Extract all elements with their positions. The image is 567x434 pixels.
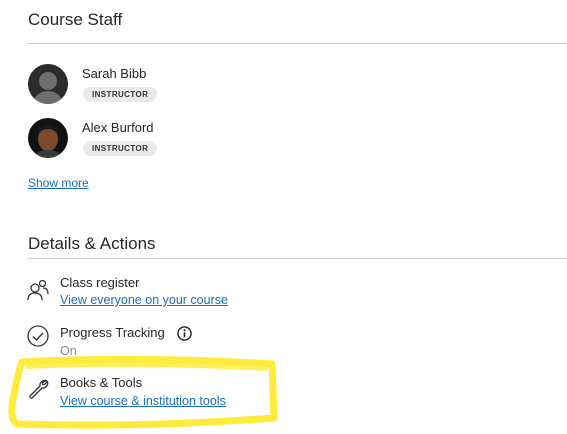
course-staff-heading: Course Staff (28, 10, 123, 29)
staff-name[interactable]: Sarah Bibb (82, 66, 146, 81)
avatar-placeholder-icon (28, 64, 68, 104)
wrench-icon (29, 379, 49, 399)
show-more-link[interactable]: Show more (28, 176, 89, 190)
avatar-photo-icon (28, 118, 68, 158)
avatar[interactable] (28, 118, 68, 158)
role-badge: INSTRUCTOR (83, 87, 158, 102)
view-everyone-link[interactable]: View everyone on your course (60, 293, 228, 307)
check-circle-icon (27, 325, 49, 347)
avatar[interactable] (28, 64, 68, 104)
course-staff-divider (28, 43, 567, 44)
books-tools-label: Books & Tools (60, 375, 143, 390)
people-icon (27, 279, 49, 301)
progress-tracking-label: Progress Tracking (60, 325, 165, 340)
class-register-label: Class register (60, 275, 140, 290)
role-badge: INSTRUCTOR (83, 141, 158, 156)
view-course-tools-link[interactable]: View course & institution tools (60, 394, 226, 408)
details-actions-divider (28, 258, 567, 259)
info-icon[interactable] (177, 326, 192, 341)
staff-name[interactable]: Alex Burford (82, 120, 154, 135)
progress-status: On (60, 344, 77, 358)
details-actions-heading: Details & Actions (28, 234, 156, 253)
